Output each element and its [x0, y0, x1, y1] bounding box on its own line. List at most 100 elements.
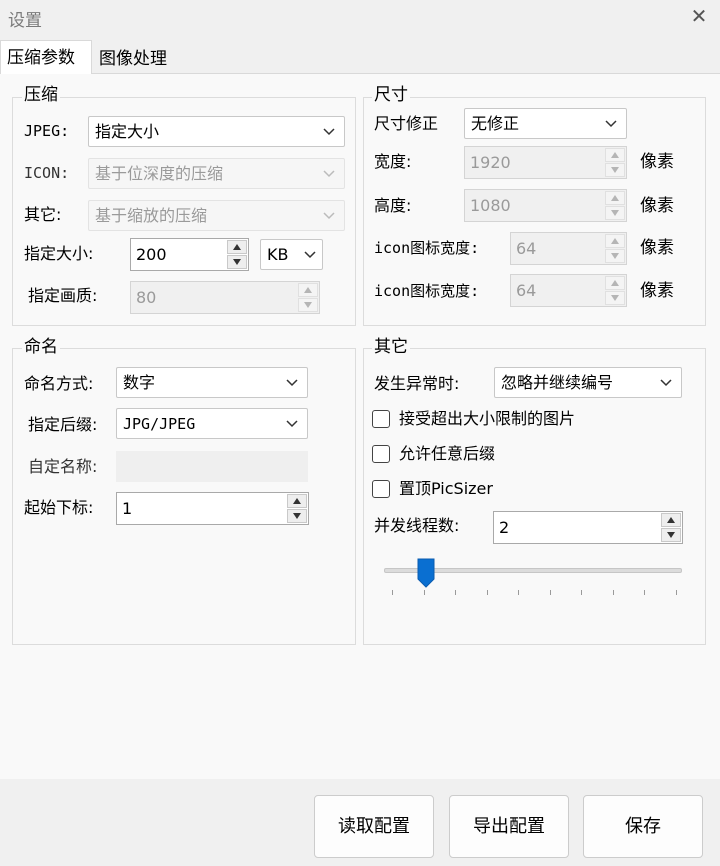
- tab-image-processing[interactable]: 图像处理: [93, 44, 183, 74]
- compress-group-title: 压缩: [22, 85, 60, 105]
- chevron-down-icon: [322, 117, 336, 146]
- topmost-checkbox-label[interactable]: 置顶PicSizer: [399, 479, 493, 499]
- tab-compress-params[interactable]: 压缩参数: [0, 40, 92, 74]
- start-index-spin-buttons: [287, 494, 307, 523]
- title-bar: 设置 ✕: [0, 0, 720, 34]
- start-index-value: 1: [122, 499, 133, 518]
- size-unit-select[interactable]: KB: [260, 239, 323, 270]
- icon-width-value: 64: [516, 239, 537, 258]
- error-action-select[interactable]: 忽略并继续编号: [494, 367, 682, 398]
- other-mode-label: 其它:: [24, 205, 62, 224]
- chevron-down-icon: [285, 409, 299, 438]
- tab-strip: 压缩参数 图像处理: [0, 40, 720, 74]
- oversize-checkbox-label[interactable]: 接受超出大小限制的图片: [399, 409, 575, 429]
- size-unit-value: KB: [267, 245, 289, 264]
- naming-mode-select[interactable]: 数字: [116, 367, 308, 398]
- threads-label: 并发线程数:: [374, 516, 460, 535]
- spin-down-icon[interactable]: [227, 255, 247, 269]
- dimension-fix-label: 尺寸修正: [374, 114, 439, 133]
- custom-name-input: [116, 451, 308, 482]
- threads-value: 2: [499, 518, 510, 537]
- icon-mode-value: 基于位深度的压缩: [95, 164, 224, 183]
- jpeg-label: JPEG:: [24, 122, 70, 140]
- threads-slider-thumb[interactable]: [416, 557, 436, 589]
- slider-tick: [423, 590, 425, 595]
- slider-tick: [486, 590, 488, 595]
- oversize-checkbox[interactable]: [372, 410, 390, 428]
- spin-up-icon[interactable]: [227, 240, 247, 254]
- icon-height-spinbox: 64: [510, 274, 627, 307]
- icon-width-label: icon图标宽度:: [374, 239, 480, 257]
- spin-up-icon: [605, 276, 625, 290]
- any-suffix-checkbox[interactable]: [372, 445, 390, 463]
- error-action-value: 忽略并继续编号: [501, 373, 614, 392]
- width-value: 1920: [470, 153, 511, 172]
- icon-width-spin-buttons: [605, 234, 625, 263]
- spin-up-icon: [605, 148, 625, 162]
- suffix-select[interactable]: JPG/JPEG: [116, 408, 308, 439]
- height-spinbox: 1080: [464, 189, 627, 222]
- chevron-down-icon: [303, 240, 317, 269]
- spin-up-icon: [605, 191, 625, 205]
- dimension-fix-value: 无修正: [471, 114, 520, 133]
- height-unit: 像素: [640, 196, 674, 216]
- close-icon[interactable]: ✕: [684, 2, 714, 30]
- height-spin-buttons: [605, 191, 625, 220]
- custom-name-label: 自定名称:: [28, 457, 98, 476]
- icon-mode-select: 基于位深度的压缩: [88, 158, 345, 189]
- any-suffix-checkbox-label[interactable]: 允许任意后缀: [399, 444, 495, 464]
- chevron-down-icon: [659, 368, 673, 397]
- slider-tick: [676, 590, 677, 595]
- icon-height-label: icon图标宽度:: [374, 282, 480, 300]
- slider-tick: [455, 590, 457, 595]
- read-config-button[interactable]: 读取配置: [314, 795, 434, 858]
- spin-down-icon[interactable]: [661, 528, 681, 542]
- suffix-value: JPG/JPEG: [123, 415, 196, 433]
- size-spinbox[interactable]: 200: [130, 238, 249, 271]
- size-value: 200: [136, 245, 167, 264]
- width-spinbox: 1920: [464, 146, 627, 179]
- quality-value: 80: [136, 288, 157, 307]
- spin-up-icon: [298, 283, 318, 297]
- spin-down-icon[interactable]: [287, 509, 307, 523]
- quality-spinbox: 80: [130, 281, 320, 314]
- spin-down-icon: [605, 291, 625, 305]
- spin-down-icon: [298, 298, 318, 312]
- naming-group-title: 命名: [22, 337, 60, 357]
- jpeg-mode-select[interactable]: 指定大小: [88, 116, 345, 147]
- width-unit: 像素: [640, 152, 674, 172]
- start-index-label: 起始下标:: [24, 498, 94, 517]
- spin-down-icon: [605, 206, 625, 220]
- export-config-button[interactable]: 导出配置: [449, 795, 569, 858]
- start-index-spinbox[interactable]: 1: [116, 492, 309, 525]
- other-mode-value: 基于缩放的压缩: [95, 206, 208, 225]
- size-spin-buttons: [227, 240, 247, 269]
- window-title: 设置: [8, 11, 42, 31]
- chevron-down-icon: [322, 159, 336, 188]
- spin-up-icon[interactable]: [287, 494, 307, 508]
- dimension-fix-select[interactable]: 无修正: [464, 108, 627, 139]
- slider-tick: [549, 590, 551, 595]
- topmost-checkbox[interactable]: [372, 480, 390, 498]
- width-spin-buttons: [605, 148, 625, 177]
- icon-height-unit: 像素: [640, 281, 674, 301]
- icon-width-spinbox: 64: [510, 232, 627, 265]
- spin-down-icon: [605, 163, 625, 177]
- size-label: 指定大小:: [24, 244, 94, 263]
- threads-spin-buttons: [661, 513, 681, 542]
- icon-height-spin-buttons: [605, 276, 625, 305]
- slider-tick: [644, 590, 646, 595]
- spin-down-icon: [605, 249, 625, 263]
- spin-up-icon[interactable]: [661, 513, 681, 527]
- slider-tick: [392, 590, 393, 595]
- save-button[interactable]: 保存: [583, 795, 703, 858]
- height-value: 1080: [470, 196, 511, 215]
- chevron-down-icon: [285, 368, 299, 397]
- slider-tick: [612, 590, 614, 595]
- naming-mode-value: 数字: [123, 373, 156, 392]
- slider-tick: [518, 590, 520, 595]
- threads-spinbox[interactable]: 2: [493, 511, 683, 544]
- quality-spin-buttons: [298, 283, 318, 312]
- height-label: 高度:: [374, 196, 412, 215]
- slider-tick: [581, 590, 583, 595]
